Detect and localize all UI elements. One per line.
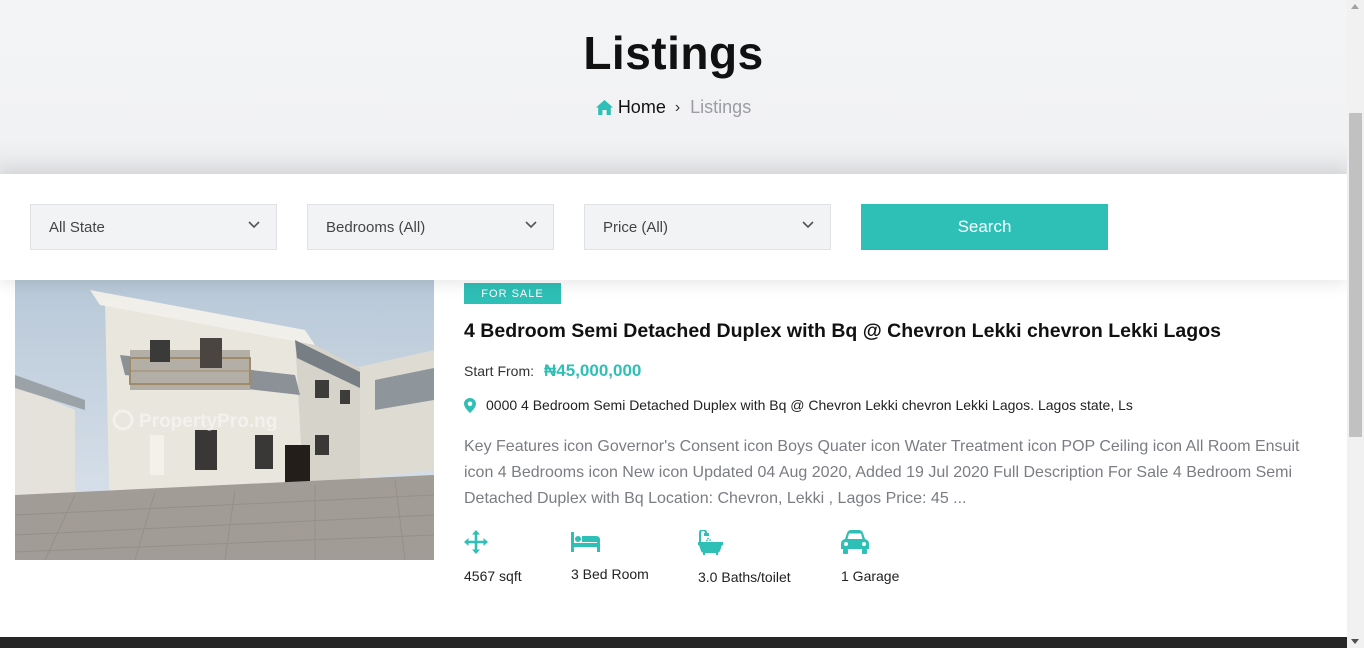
listing-description: Key Features icon Governor's Consent ico…	[464, 438, 1300, 507]
feature-bedrooms-label: 3 Bed Room	[571, 566, 649, 582]
address-text: 0000 4 Bedroom Semi Detached Duplex with…	[486, 397, 1133, 413]
home-icon	[595, 100, 613, 115]
page-header: Listings Home › Listings	[0, 0, 1347, 200]
price-row: Start From: ₦45,000,000	[464, 361, 641, 381]
price-select-value: Price (All)	[603, 218, 669, 236]
price-label: Start From:	[464, 363, 535, 379]
svg-text:PropertyPro.ng: PropertyPro.ng	[139, 411, 277, 432]
price-value: ₦45,000,000	[544, 361, 642, 380]
feature-garage-label: 1 Garage	[841, 568, 900, 584]
chevron-down-icon	[802, 221, 814, 229]
vertical-scrollbar[interactable]	[1347, 0, 1364, 648]
car-icon	[841, 530, 869, 554]
state-select-value: All State	[49, 218, 105, 236]
filter-bar: All State Bedrooms (All) Price (All) Sea…	[0, 174, 1347, 280]
listing-photo[interactable]: PropertyPro.ng	[15, 280, 434, 560]
bathtub-icon	[698, 530, 723, 555]
bed-icon	[571, 532, 600, 552]
search-button[interactable]: Search	[861, 204, 1108, 250]
scrollbar-thumb[interactable]	[1349, 113, 1362, 437]
feature-area: 4567 sqft	[464, 530, 522, 584]
status-badge: FOR SALE	[464, 283, 561, 304]
breadcrumb-current: Listings	[690, 97, 752, 117]
price-select[interactable]: Price (All)	[584, 204, 831, 250]
feature-baths-label: 3.0 Baths/toilet	[698, 569, 791, 585]
arrows-move-icon	[464, 530, 488, 554]
feature-baths: 3.0 Baths/toilet	[698, 530, 791, 585]
house-photo-illustration: PropertyPro.ng	[15, 280, 434, 560]
breadcrumb-home-link[interactable]: Home	[595, 97, 666, 118]
page-title: Listings	[583, 27, 764, 79]
breadcrumb-home-label: Home	[617, 97, 666, 117]
feature-bedrooms: 3 Bed Room	[571, 530, 649, 582]
chevron-down-icon	[525, 221, 537, 229]
address-row: 0000 4 Bedroom Semi Detached Duplex with…	[464, 397, 1133, 413]
feature-garage: 1 Garage	[841, 530, 899, 584]
breadcrumb: Home › Listings	[0, 97, 1347, 118]
listing-title-link[interactable]: 4 Bedroom Semi Detached Duplex with Bq @…	[464, 320, 1221, 343]
feature-area-label: 4567 sqft	[464, 568, 522, 584]
chevron-down-icon	[248, 221, 260, 229]
page: Listings Home › Listings All State Bedro…	[0, 0, 1347, 648]
map-pin-icon	[464, 397, 476, 413]
bedrooms-select-value: Bedrooms (All)	[326, 218, 426, 236]
breadcrumb-separator: ›	[674, 98, 681, 116]
state-select[interactable]: All State	[30, 204, 277, 250]
next-section-strip	[0, 637, 1347, 648]
scroll-down-arrow-icon[interactable]	[1351, 639, 1359, 644]
scroll-up-arrow-icon[interactable]	[1351, 4, 1359, 9]
bedrooms-select[interactable]: Bedrooms (All)	[307, 204, 554, 250]
